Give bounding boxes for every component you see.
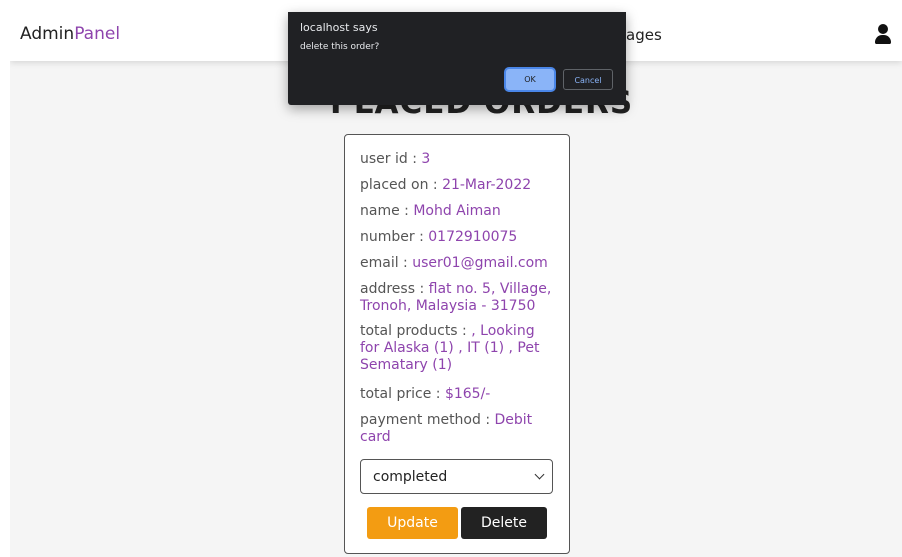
field-label: placed on : xyxy=(360,177,443,193)
dialog-message: delete this order? xyxy=(300,42,380,52)
logo[interactable]: AdminPanel xyxy=(20,24,120,44)
field-value: 0172910075 xyxy=(428,229,518,245)
field-value: user01@gmail.com xyxy=(412,255,548,271)
field-name: name : Mohd Aiman xyxy=(360,203,555,220)
field-address: address : flat no. 5, Village, Tronoh, M… xyxy=(360,281,555,315)
field-value: 21-Mar-2022 xyxy=(442,177,532,193)
order-status-select[interactable]: completed xyxy=(360,459,553,494)
ok-button[interactable]: OK xyxy=(506,69,554,90)
field-value: Mohd Aiman xyxy=(413,203,501,219)
field-user-id: user id : 3 xyxy=(360,151,555,168)
order-status-value: completed xyxy=(373,469,448,485)
order-card: user id : 3 placed on : 21-Mar-2022 name… xyxy=(344,134,570,554)
field-payment-method: payment method : Debit card xyxy=(360,412,555,446)
delete-button[interactable]: Delete xyxy=(461,507,547,539)
field-placed-on: placed on : 21-Mar-2022 xyxy=(360,177,555,194)
logo-accent: Panel xyxy=(74,24,121,44)
field-email: email : user01@gmail.com xyxy=(360,255,555,272)
field-label: name : xyxy=(360,203,414,219)
field-label: total price : xyxy=(360,386,445,402)
dialog-title: localhost says xyxy=(300,21,378,34)
logo-main: Admin xyxy=(20,24,75,44)
field-label: total products : xyxy=(360,323,472,339)
field-value: $165/- xyxy=(444,386,491,402)
cancel-button[interactable]: Cancel xyxy=(563,69,613,90)
nav-link-messages[interactable]: ages xyxy=(626,26,662,44)
chevron-down-icon xyxy=(534,469,545,480)
field-label: address : xyxy=(360,281,429,297)
field-total-price: total price : $165/- xyxy=(360,386,555,403)
confirm-dialog: localhost says delete this order? OK Can… xyxy=(288,12,626,105)
field-number: number : 0172910075 xyxy=(360,229,555,246)
field-label: user id : xyxy=(360,151,422,167)
field-value: 3 xyxy=(421,151,431,167)
user-icon-body xyxy=(875,35,891,44)
user-icon-head xyxy=(878,24,888,34)
field-label: payment method : xyxy=(360,412,495,428)
field-total-products: total products : , Looking for Alaska (1… xyxy=(360,323,555,374)
update-button[interactable]: Update xyxy=(367,507,458,539)
user-icon[interactable] xyxy=(874,24,892,46)
field-label: number : xyxy=(360,229,429,245)
field-label: email : xyxy=(360,255,413,271)
